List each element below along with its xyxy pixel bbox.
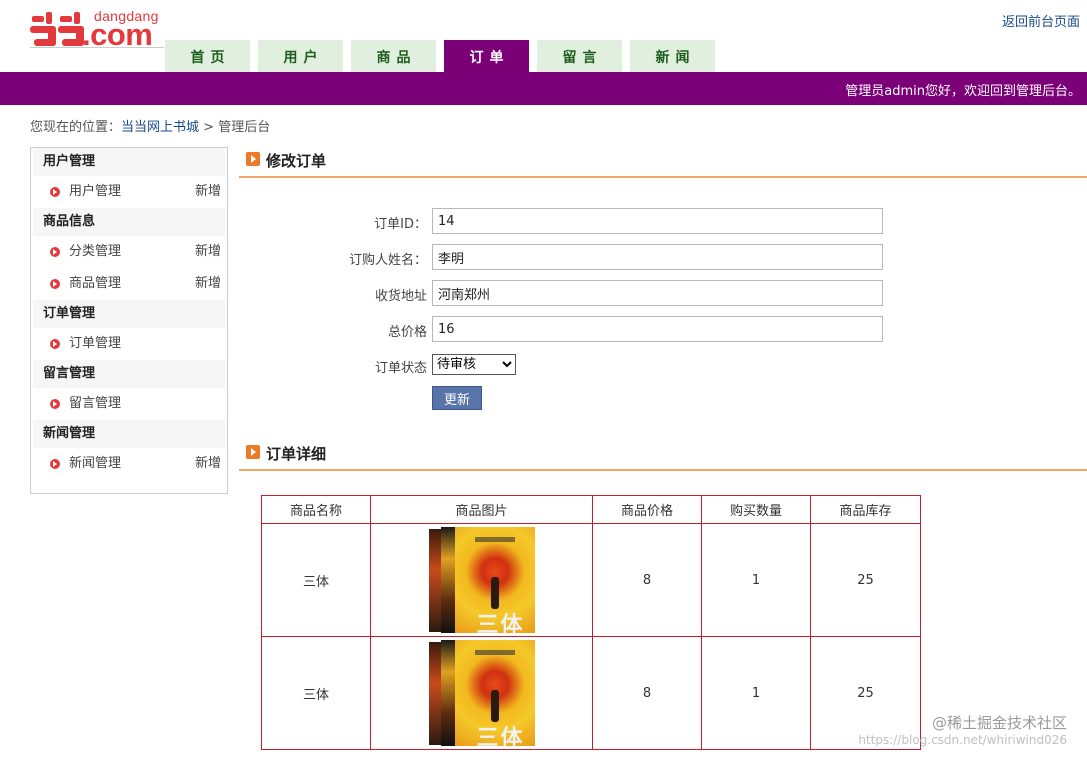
sidebar-item-message-management[interactable]: 留言管理 <box>31 388 227 420</box>
cell-product-image: 三体 <box>370 523 593 638</box>
cell-product-name: 三体 <box>261 636 371 750</box>
watermark-line1: @稀土掘金技术社区 <box>931 714 1067 732</box>
order-id-label: 订单ID： <box>374 217 427 232</box>
table-row: 三体 三体 8 1 25 <box>261 523 921 638</box>
breadcrumb-home-link[interactable]: 当当网上书城 <box>121 120 199 135</box>
cell-product-image: 三体 <box>370 636 593 751</box>
arrow-bullet-icon <box>50 339 60 349</box>
dangdang-logo[interactable]: dangdang .com <box>30 6 166 52</box>
address-input[interactable] <box>432 280 883 306</box>
order-id-row: 订单ID： <box>240 208 940 234</box>
buyer-name-row: 订购人姓名： <box>240 244 940 270</box>
sidebar-add-link[interactable]: 新增 <box>195 176 221 208</box>
breadcrumb-current: 管理后台 <box>218 120 271 135</box>
cell-stock: 25 <box>810 523 921 637</box>
col-header-stock: 商品库存 <box>810 495 921 524</box>
cell-quantity: 1 <box>701 636 811 750</box>
dangdang-logo-icon <box>30 12 84 46</box>
order-status-label: 订单状态 <box>374 361 427 376</box>
tab-news[interactable]: 新闻 <box>630 40 715 72</box>
tab-messages[interactable]: 留言 <box>537 40 622 72</box>
main-nav: 首页 用户 商品 订单 留言 新闻 <box>165 40 723 72</box>
col-header-quantity: 购买数量 <box>701 495 811 524</box>
sidebar-group-products: 商品信息 <box>33 208 225 236</box>
watermark: @稀土掘金技术社区 https://blog.csdn.net/whiriwin… <box>858 712 1067 747</box>
edit-order-heading: 修改订单 <box>239 150 1087 178</box>
header-bar: 管理员admin您好，欢迎回到管理后台。 <box>0 72 1087 105</box>
sidebar-item-label[interactable]: 新闻管理 <box>69 448 121 480</box>
breadcrumb-separator: > <box>199 120 219 135</box>
order-status-row: 订单状态 待审核 <box>240 352 940 378</box>
table-header-row: 商品名称 商品图片 商品价格 购买数量 商品库存 <box>261 495 921 524</box>
sidebar-item-label[interactable]: 商品管理 <box>69 268 121 300</box>
update-button[interactable]: 更新 <box>432 386 482 410</box>
sidebar-add-link[interactable]: 新增 <box>195 268 221 300</box>
cell-quantity: 1 <box>701 523 811 637</box>
book-cover-image: 三体 <box>428 640 535 751</box>
sidebar-item-label[interactable]: 分类管理 <box>69 236 121 268</box>
order-detail-title: 订单详细 <box>266 445 327 463</box>
buyer-name-input[interactable] <box>432 244 883 270</box>
book-cover-image: 三体 <box>428 527 535 638</box>
sidebar-item-label[interactable]: 用户管理 <box>69 176 121 208</box>
cell-product-name: 三体 <box>261 523 371 637</box>
total-price-input[interactable] <box>432 316 883 342</box>
sidebar-group-orders: 订单管理 <box>33 300 225 328</box>
sidebar-group-messages: 留言管理 <box>33 360 225 388</box>
order-detail-heading: 订单详细 <box>239 443 1087 471</box>
total-price-label: 总价格 <box>387 325 427 340</box>
arrow-bullet-icon <box>50 247 60 257</box>
col-header-price: 商品价格 <box>592 495 702 524</box>
logo-divider <box>30 47 164 48</box>
tab-home[interactable]: 首页 <box>165 40 250 72</box>
welcome-text: 管理员admin您好，欢迎回到管理后台。 <box>845 84 1081 99</box>
sidebar-add-link[interactable]: 新增 <box>195 448 221 480</box>
back-to-front-link[interactable]: 返回前台页面 <box>1002 11 1080 30</box>
address-label: 收货地址 <box>374 289 427 304</box>
edit-order-title: 修改订单 <box>266 152 327 170</box>
table-row: 三体 三体 8 1 25 <box>261 636 921 751</box>
breadcrumb-prefix: 您现在的位置： <box>30 120 122 135</box>
cell-product-price: 8 <box>592 636 702 750</box>
sidebar-item-order-management[interactable]: 订单管理 <box>31 328 227 360</box>
tab-orders[interactable]: 订单 <box>444 40 529 72</box>
sidebar: 用户管理 用户管理 新增 商品信息 分类管理 新增 商品管理 新增 订单管理 订… <box>30 147 228 494</box>
cell-product-price: 8 <box>592 523 702 637</box>
col-header-image: 商品图片 <box>370 495 593 524</box>
tab-products[interactable]: 商品 <box>351 40 436 72</box>
section-arrow-icon <box>246 445 260 459</box>
arrow-bullet-icon <box>50 279 60 289</box>
order-detail-table: 商品名称 商品图片 商品价格 购买数量 商品库存 三体 三体 8 1 25 三体… <box>261 495 921 751</box>
arrow-bullet-icon <box>50 187 60 197</box>
section-arrow-icon <box>246 152 260 166</box>
sidebar-item-news-management[interactable]: 新闻管理 新增 <box>31 448 227 480</box>
order-id-input[interactable] <box>432 208 883 234</box>
sidebar-item-category-management[interactable]: 分类管理 新增 <box>31 236 227 268</box>
sidebar-group-users: 用户管理 <box>33 148 225 176</box>
sidebar-item-user-management[interactable]: 用户管理 新增 <box>31 176 227 208</box>
book-cover-title: 三体 <box>476 726 525 751</box>
sidebar-item-label[interactable]: 留言管理 <box>69 388 121 420</box>
tab-users[interactable]: 用户 <box>258 40 343 72</box>
order-status-select[interactable]: 待审核 <box>432 354 516 375</box>
sidebar-item-label[interactable]: 订单管理 <box>69 328 121 360</box>
sidebar-add-link[interactable]: 新增 <box>195 236 221 268</box>
sidebar-item-product-management[interactable]: 商品管理 新增 <box>31 268 227 300</box>
total-price-row: 总价格 <box>240 316 940 342</box>
book-cover-title: 三体 <box>476 613 525 638</box>
buyer-name-label: 订购人姓名： <box>348 253 427 268</box>
col-header-name: 商品名称 <box>261 495 371 524</box>
watermark-line2: https://blog.csdn.net/whiriwind026 <box>858 733 1067 747</box>
arrow-bullet-icon <box>50 459 60 469</box>
address-row: 收货地址 <box>240 280 940 306</box>
sidebar-group-news: 新闻管理 <box>33 420 225 448</box>
breadcrumb: 您现在的位置：当当网上书城 > 管理后台 <box>30 116 270 135</box>
arrow-bullet-icon <box>50 399 60 409</box>
